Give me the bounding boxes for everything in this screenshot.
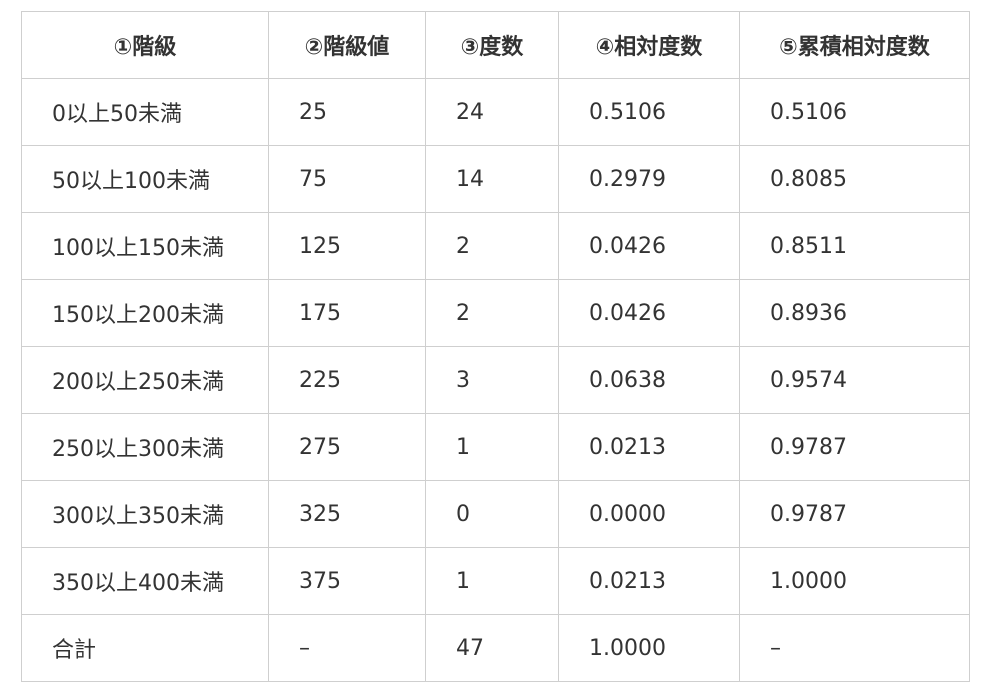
cell-relative-frequency: 0.0426 [558,212,740,280]
cell-class: 350以上400未満 [21,547,269,615]
cell-cumulative-relative-frequency: 1.0000 [739,547,970,615]
header-relative-frequency: ④相対度数 [558,11,740,79]
cell-class: 0以上50未満 [21,78,269,146]
cell-total-label: 合計 [21,614,269,682]
cell-class-value: 325 [268,480,426,548]
header-class: ①階級 [21,11,269,79]
table-row: 250以上300未満 275 1 0.0213 0.9787 [21,413,970,481]
cell-class-value: 375 [268,547,426,615]
cell-class: 200以上250未満 [21,346,269,414]
frequency-table: ①階級 ②階級値 ③度数 ④相対度数 ⑤累積相対度数 0以上50未満 25 24… [21,11,970,682]
cell-cumulative-relative-frequency: 0.5106 [739,78,970,146]
cell-relative-frequency: 0.0213 [558,547,740,615]
table-row: 50以上100未満 75 14 0.2979 0.8085 [21,145,970,213]
cell-cumulative-relative-frequency: 0.9787 [739,480,970,548]
cell-class: 50以上100未満 [21,145,269,213]
cell-frequency: 0 [425,480,559,548]
table-row: 350以上400未満 375 1 0.0213 1.0000 [21,547,970,615]
cell-class: 300以上350未満 [21,480,269,548]
cell-class-value: 75 [268,145,426,213]
table-total-row: 合計 – 47 1.0000 – [21,614,970,682]
header-frequency: ③度数 [425,11,559,79]
cell-class: 250以上300未満 [21,413,269,481]
cell-frequency: 1 [425,413,559,481]
cell-relative-frequency: 0.2979 [558,145,740,213]
table-header-row: ①階級 ②階級値 ③度数 ④相対度数 ⑤累積相対度数 [21,11,970,79]
cell-cumulative-relative-frequency: 0.9787 [739,413,970,481]
cell-cumulative-relative-frequency: 0.9574 [739,346,970,414]
table-row: 300以上350未満 325 0 0.0000 0.9787 [21,480,970,548]
cell-class: 150以上200未満 [21,279,269,347]
cell-frequency: 14 [425,145,559,213]
frequency-table-container: ①階級 ②階級値 ③度数 ④相対度数 ⑤累積相対度数 0以上50未満 25 24… [21,11,970,682]
header-cumulative-relative-frequency: ⑤累積相対度数 [739,11,970,79]
cell-relative-frequency: 0.5106 [558,78,740,146]
cell-class-value: 275 [268,413,426,481]
table-row: 0以上50未満 25 24 0.5106 0.5106 [21,78,970,146]
cell-relative-frequency: 0.0426 [558,279,740,347]
cell-frequency: 24 [425,78,559,146]
cell-class: 100以上150未満 [21,212,269,280]
cell-relative-frequency: 0.0638 [558,346,740,414]
cell-cumulative-relative-frequency: 0.8936 [739,279,970,347]
table-row: 150以上200未満 175 2 0.0426 0.8936 [21,279,970,347]
cell-cumulative-relative-frequency: 0.8511 [739,212,970,280]
cell-class-value: 175 [268,279,426,347]
cell-frequency: 3 [425,346,559,414]
cell-relative-frequency: 0.0213 [558,413,740,481]
header-class-value: ②階級値 [268,11,426,79]
table-row: 200以上250未満 225 3 0.0638 0.9574 [21,346,970,414]
cell-class-value: 125 [268,212,426,280]
cell-class-value: 25 [268,78,426,146]
cell-frequency: 1 [425,547,559,615]
cell-class-value: – [268,614,426,682]
cell-cumulative-relative-frequency: 0.8085 [739,145,970,213]
cell-frequency: 2 [425,279,559,347]
table-row: 100以上150未満 125 2 0.0426 0.8511 [21,212,970,280]
cell-total-frequency: 47 [425,614,559,682]
cell-frequency: 2 [425,212,559,280]
cell-total-relative-frequency: 1.0000 [558,614,740,682]
cell-class-value: 225 [268,346,426,414]
cell-cumulative-relative-frequency: – [739,614,970,682]
cell-relative-frequency: 0.0000 [558,480,740,548]
